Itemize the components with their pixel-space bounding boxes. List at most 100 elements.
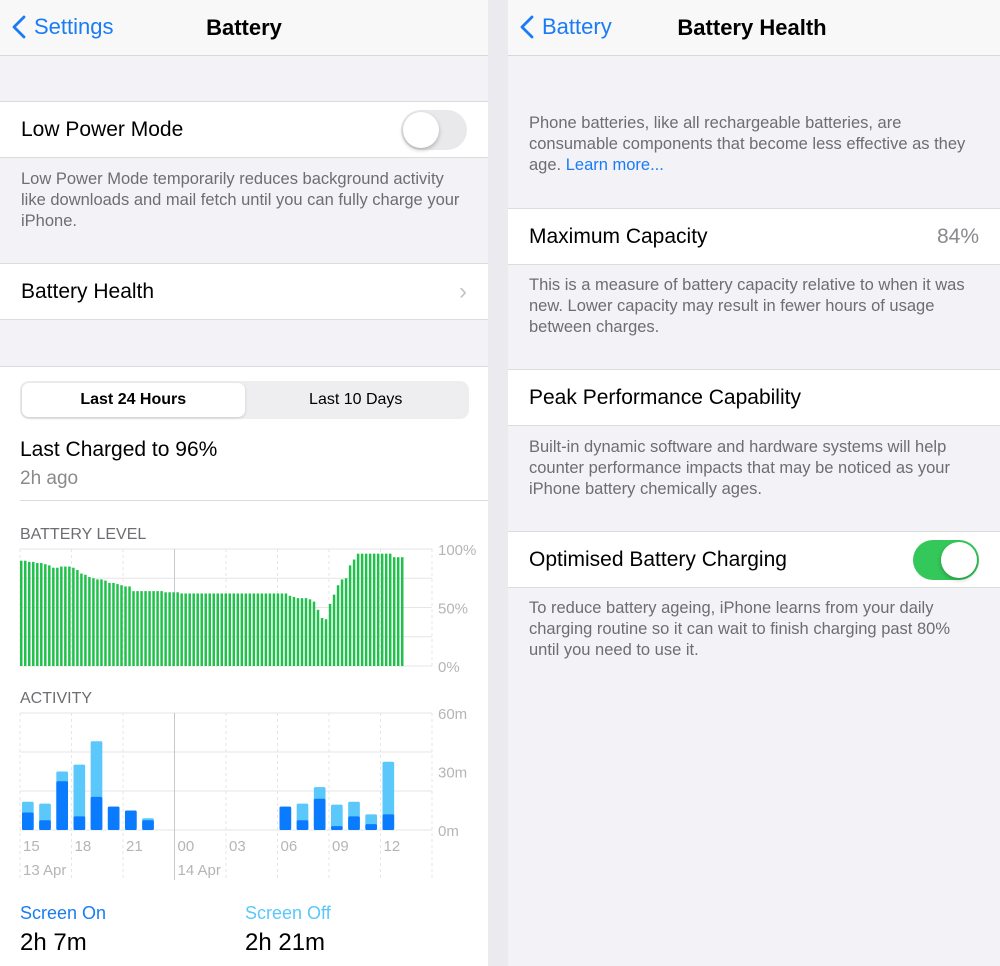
battery-bar bbox=[96, 579, 99, 666]
max-capacity-footer: This is a measure of battery capacity re… bbox=[529, 276, 965, 336]
battery-bar bbox=[356, 553, 360, 666]
optimised-charging-footer: To reduce battery ageing, iPhone learns … bbox=[529, 599, 950, 659]
battery-bar bbox=[32, 561, 35, 666]
battery-bar bbox=[36, 563, 39, 666]
activity-bar-screen-on bbox=[331, 826, 343, 830]
activity-x-tick: 00 bbox=[178, 838, 195, 855]
battery-bar bbox=[280, 593, 284, 666]
usage-section: Last 24 Hours Last 10 Days Last Charged … bbox=[0, 366, 488, 966]
battery-bar bbox=[212, 593, 215, 666]
activity-bar-screen-on bbox=[90, 796, 103, 830]
battery-bar bbox=[164, 592, 167, 666]
battery-bar bbox=[100, 579, 103, 666]
battery-bar bbox=[140, 591, 143, 666]
battery-bar bbox=[388, 553, 392, 666]
battery-y-tick: 50% bbox=[438, 601, 468, 618]
activity-bar-screen-on bbox=[39, 820, 51, 830]
battery-bar bbox=[252, 593, 256, 666]
battery-bar bbox=[208, 593, 211, 666]
activity-y-tick: 30m bbox=[438, 765, 467, 782]
activity-x-tick: 21 bbox=[126, 838, 143, 855]
back-button[interactable]: Settings bbox=[12, 14, 114, 40]
activity-x-tick: 06 bbox=[281, 838, 298, 855]
battery-bar bbox=[256, 593, 260, 666]
battery-bar bbox=[276, 593, 280, 666]
low-power-footer: Low Power Mode temporarily reduces backg… bbox=[21, 170, 460, 230]
optimised-charging-toggle[interactable] bbox=[913, 539, 979, 580]
battery-bar bbox=[392, 557, 396, 666]
low-power-toggle[interactable] bbox=[401, 109, 467, 150]
battery-bar bbox=[192, 593, 195, 666]
screen-off-value: 2h 21m bbox=[245, 929, 326, 956]
activity-bar-screen-on bbox=[279, 806, 292, 830]
battery-bar bbox=[380, 553, 384, 666]
nav-bar: Settings Battery bbox=[0, 0, 488, 56]
nav-bar: Battery Battery Health bbox=[508, 0, 1000, 56]
battery-bar bbox=[216, 593, 219, 666]
activity-bar-screen-on bbox=[313, 798, 326, 830]
battery-bar bbox=[260, 593, 264, 666]
battery-bar bbox=[160, 591, 163, 666]
battery-bar bbox=[240, 593, 244, 666]
screen-on-label: Screen On bbox=[20, 903, 107, 923]
activity-x-tick: 18 bbox=[75, 838, 92, 855]
battery-bar bbox=[348, 565, 352, 666]
battery-bar bbox=[76, 570, 79, 666]
activity-x-tick: 15 bbox=[23, 838, 40, 855]
battery-bar bbox=[64, 566, 67, 666]
battery-bar bbox=[320, 618, 324, 666]
battery-bar bbox=[244, 593, 248, 666]
battery-bar bbox=[184, 593, 187, 666]
battery-bar bbox=[396, 557, 400, 666]
battery-bar bbox=[108, 582, 111, 666]
battery-bar bbox=[56, 567, 59, 666]
battery-bar bbox=[296, 598, 300, 666]
battery-bar bbox=[236, 593, 240, 666]
activity-bar-screen-on bbox=[382, 814, 395, 830]
activity-y-tick: 0m bbox=[438, 823, 459, 840]
battery-bar bbox=[288, 595, 292, 666]
battery-bar bbox=[72, 567, 75, 666]
battery-bar bbox=[148, 591, 151, 666]
battery-bar bbox=[340, 579, 344, 666]
battery-bar bbox=[48, 565, 51, 666]
battery-bar bbox=[228, 593, 232, 666]
battery-bar bbox=[180, 593, 183, 666]
battery-bar bbox=[92, 578, 95, 666]
battery-bar bbox=[136, 591, 139, 666]
chevron-left-icon bbox=[520, 15, 534, 39]
max-capacity-label: Maximum Capacity bbox=[529, 224, 708, 248]
chevron-left-icon bbox=[12, 15, 26, 39]
battery-bar bbox=[360, 553, 364, 666]
battery-bar bbox=[124, 586, 127, 666]
battery-bar bbox=[20, 560, 23, 666]
battery-bar bbox=[88, 577, 91, 666]
battery-bar bbox=[176, 592, 179, 666]
battery-bar bbox=[220, 593, 224, 666]
battery-bar bbox=[40, 563, 43, 666]
max-capacity-value: 84% bbox=[936, 224, 979, 248]
back-label: Battery bbox=[542, 14, 612, 39]
learn-more-link[interactable]: Learn more... bbox=[566, 156, 664, 174]
optimised-charging-label: Optimised Battery Charging bbox=[529, 547, 787, 571]
battery-bar bbox=[168, 592, 171, 666]
back-label: Settings bbox=[34, 14, 114, 39]
activity-x-tick: 09 bbox=[332, 838, 349, 855]
battery-health-row[interactable]: Battery Health › bbox=[0, 263, 488, 320]
battery-bar bbox=[304, 598, 308, 666]
battery-bar bbox=[312, 601, 316, 666]
battery-bar bbox=[156, 591, 159, 666]
screen-off-label: Screen Off bbox=[245, 903, 331, 923]
charts: 100% 50% 0% 60m 30m 0m 15 18 21 00 03 06 09 12 13 Apr 1… bbox=[19, 542, 476, 880]
battery-bar bbox=[268, 593, 272, 666]
battery-bar bbox=[84, 574, 87, 666]
battery-bar bbox=[128, 586, 131, 666]
battery-screen: Settings Battery Low Power Mode Low Powe… bbox=[0, 0, 488, 966]
battery-bar bbox=[248, 593, 252, 666]
battery-bar bbox=[224, 593, 228, 666]
battery-bar bbox=[112, 582, 115, 666]
battery-bar bbox=[52, 567, 55, 666]
battery-health-screen: Battery Battery Health Phone batteries, … bbox=[508, 0, 1000, 966]
optimised-charging-row: Optimised Battery Charging bbox=[508, 531, 1000, 588]
back-button[interactable]: Battery bbox=[520, 14, 612, 40]
